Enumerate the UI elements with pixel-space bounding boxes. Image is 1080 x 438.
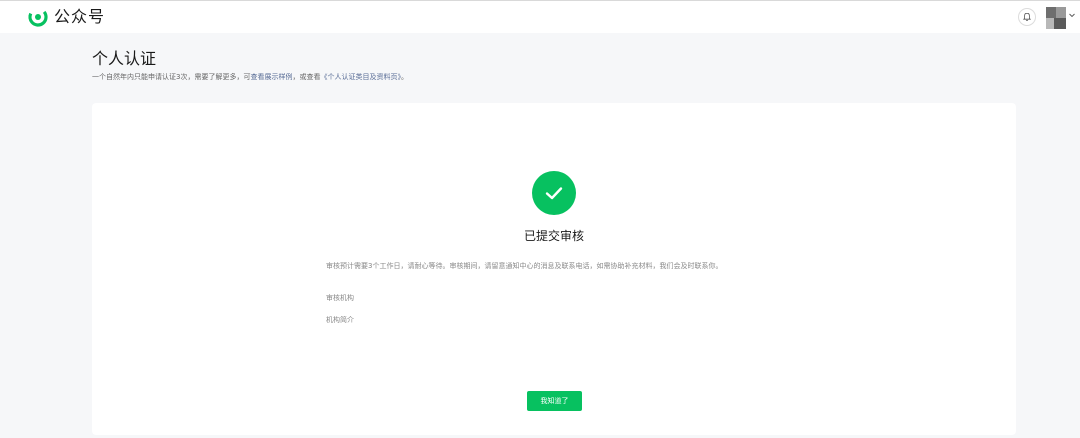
avatar[interactable] — [1046, 7, 1066, 29]
intro-suffix: 。 — [400, 73, 408, 81]
review-org-label: 审核机构 — [326, 294, 354, 302]
category-materials-link[interactable]: 《个人认证类目及资料页》 — [320, 73, 401, 81]
wechat-official-account-logo-icon — [28, 7, 48, 27]
intro-prefix: 一个自然年内只能申请认证3次，需要了解更多，可 — [92, 73, 251, 81]
org-intro-label: 机构简介 — [326, 316, 354, 324]
top-bar: 公众号 — [0, 0, 1080, 33]
result-card: 已提交审核 审核预计需要3个工作日，请耐心等待。审核期间，请留意通知中心的消息及… — [92, 103, 1016, 435]
logo[interactable]: 公众号 — [28, 7, 105, 27]
check-circle-icon — [532, 171, 576, 215]
result-description: 审核预计需要3个工作日，请耐心等待。审核期间，请留意通知中心的消息及联系电话，如… — [326, 262, 723, 270]
acknowledge-button[interactable]: 我知道了 — [527, 391, 582, 411]
bell-icon[interactable] — [1018, 8, 1036, 26]
view-sample-link[interactable]: 查看展示样例 — [250, 73, 292, 81]
page-title: 个人认证 — [92, 49, 157, 68]
intro-mid: ，或查看 — [292, 73, 321, 81]
app-name: 公众号 — [54, 7, 106, 26]
result-title: 已提交审核 — [523, 229, 584, 243]
page-intro: 一个自然年内只能申请认证3次，需要了解更多，可查看展示样例，或查看《个人认证类目… — [92, 72, 408, 82]
chevron-down-icon[interactable] — [1068, 11, 1076, 19]
